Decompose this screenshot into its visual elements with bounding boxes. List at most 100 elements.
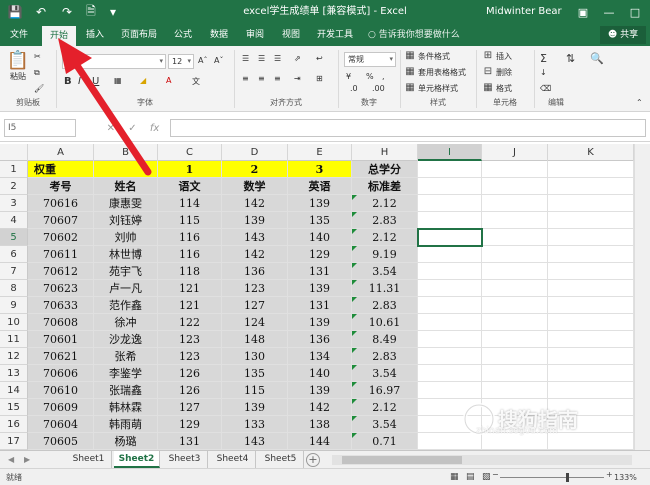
row-header-7[interactable]: 7 [0, 263, 28, 280]
grid-cell[interactable] [548, 246, 634, 263]
grid-cell[interactable]: 115 [222, 382, 288, 399]
grid-cell[interactable]: 林世博 [94, 246, 158, 263]
grid-cell[interactable]: 3.54 [352, 263, 418, 280]
vertical-scrollbar[interactable] [634, 144, 650, 450]
font-name-select[interactable]: ▾ [62, 54, 166, 69]
copy-icon[interactable]: ⧉ [34, 68, 40, 78]
grid-cell[interactable] [548, 399, 634, 416]
grid-cell[interactable]: 135 [288, 212, 352, 229]
grid-cell[interactable] [418, 161, 482, 178]
grid-cell[interactable] [418, 416, 482, 433]
grid-cell[interactable] [482, 314, 548, 331]
grid-cell[interactable]: 124 [222, 314, 288, 331]
next-sheet-icon[interactable]: ▶ [24, 451, 30, 469]
find-select-icon[interactable]: 🔍 [590, 52, 604, 65]
sort-filter-icon[interactable]: ⇅ [566, 52, 575, 65]
grid-cell[interactable]: 康惠雯 [94, 195, 158, 212]
grid-cell[interactable]: 70633 [28, 297, 94, 314]
grid-cell[interactable] [482, 161, 548, 178]
grid-cell[interactable]: 70623 [28, 280, 94, 297]
horizontal-scrollbar[interactable] [332, 455, 632, 465]
grid-cell[interactable] [482, 382, 548, 399]
zoom-knob[interactable] [566, 473, 569, 482]
row-header-8[interactable]: 8 [0, 280, 28, 297]
grid-cell[interactable]: 2.12 [352, 399, 418, 416]
clear-icon[interactable]: ⌫ [540, 84, 551, 93]
autosum-icon[interactable]: Σ [540, 52, 547, 65]
grid-cell[interactable]: 129 [288, 246, 352, 263]
grid-cell[interactable]: 121 [158, 280, 222, 297]
grid-cell[interactable]: 144 [288, 433, 352, 450]
grid-cell[interactable]: 卢一凡 [94, 280, 158, 297]
increase-decimal-icon[interactable]: .0 [350, 84, 358, 93]
grid-cell[interactable] [482, 263, 548, 280]
grid-cell[interactable]: 116 [158, 229, 222, 246]
grid-cell[interactable] [548, 314, 634, 331]
grid-cell[interactable]: 沙龙逸 [94, 331, 158, 348]
grid-cell[interactable]: 张瑞鑫 [94, 382, 158, 399]
grid-cell[interactable]: 131 [158, 433, 222, 450]
number-format-select[interactable]: 常规 ▾ [344, 52, 396, 67]
grid-cell[interactable] [418, 280, 482, 297]
wrap-text-icon[interactable]: ↩ [316, 54, 323, 63]
user-name[interactable]: Midwinter Bear [486, 0, 562, 24]
header-cell[interactable]: 语文 [158, 178, 222, 195]
grid-cell[interactable] [418, 331, 482, 348]
align-right-icon[interactable]: ≡ [274, 74, 281, 83]
column-header-j[interactable]: J [482, 144, 548, 161]
grid-cell[interactable]: 114 [158, 195, 222, 212]
grid-cell[interactable] [418, 382, 482, 399]
percent-icon[interactable]: % [366, 72, 374, 81]
grid-cell[interactable]: 2.83 [352, 348, 418, 365]
grid-cell[interactable]: 3.54 [352, 365, 418, 382]
grid-cell[interactable] [418, 399, 482, 416]
header-cell[interactable]: 姓名 [94, 178, 158, 195]
orientation-icon[interactable]: ⇗ [294, 54, 301, 63]
row-header-2[interactable]: 2 [0, 178, 28, 195]
grid-cell[interactable]: 138 [288, 416, 352, 433]
grid-cell[interactable]: 142 [222, 246, 288, 263]
tab-formulas[interactable]: 公式 [168, 24, 198, 46]
grid-cell[interactable]: 148 [222, 331, 288, 348]
grid-cell[interactable] [482, 416, 548, 433]
grid-cell[interactable]: 李鉴学 [94, 365, 158, 382]
grid-cell[interactable]: 杨璐 [94, 433, 158, 450]
grid-cell[interactable] [548, 331, 634, 348]
grid-cell[interactable]: 韩林霖 [94, 399, 158, 416]
header-cell[interactable]: 权重 [28, 161, 94, 178]
underline-icon[interactable]: U [92, 76, 99, 87]
grid-cell[interactable]: 16.97 [352, 382, 418, 399]
grid-cell[interactable] [548, 382, 634, 399]
grid-cell[interactable]: 苑宇飞 [94, 263, 158, 280]
fill-icon[interactable]: ↓ [540, 68, 547, 77]
row-header-4[interactable]: 4 [0, 212, 28, 229]
grid-cell[interactable] [482, 297, 548, 314]
grid-cell[interactable]: 139 [288, 382, 352, 399]
select-all-corner[interactable] [0, 144, 28, 161]
grid-cell[interactable]: 115 [158, 212, 222, 229]
font-color-icon[interactable]: A [166, 76, 171, 85]
grid-cell[interactable] [418, 297, 482, 314]
grid-cell[interactable]: 11.31 [352, 280, 418, 297]
name-box[interactable]: I5 [4, 119, 76, 137]
undo-icon[interactable]: ↶ [32, 3, 50, 21]
redo-icon[interactable]: ↷ [58, 3, 76, 21]
grid-cell[interactable]: 70609 [28, 399, 94, 416]
new-file-icon[interactable]: 🗎 [82, 3, 100, 21]
grid-cell[interactable] [418, 246, 482, 263]
grid-cell[interactable] [548, 229, 634, 246]
insert-cells-button[interactable]: ⊞ 插入 [482, 50, 512, 62]
grid-cell[interactable]: 70605 [28, 433, 94, 450]
grid-cell[interactable]: 136 [288, 331, 352, 348]
grid-cell[interactable]: 116 [158, 246, 222, 263]
currency-icon[interactable]: ¥ [346, 72, 351, 81]
align-middle-icon[interactable]: ☰ [258, 54, 265, 63]
grid-cell[interactable]: 142 [222, 195, 288, 212]
tab-file[interactable]: 文件 [4, 24, 34, 46]
column-header-i[interactable]: I [418, 144, 482, 161]
grid-cell[interactable] [548, 263, 634, 280]
align-center-icon[interactable]: ≡ [258, 74, 265, 83]
grid-cell[interactable]: 2.83 [352, 212, 418, 229]
grid-cell[interactable]: 131 [288, 297, 352, 314]
cut-icon[interactable]: ✂ [34, 52, 41, 61]
